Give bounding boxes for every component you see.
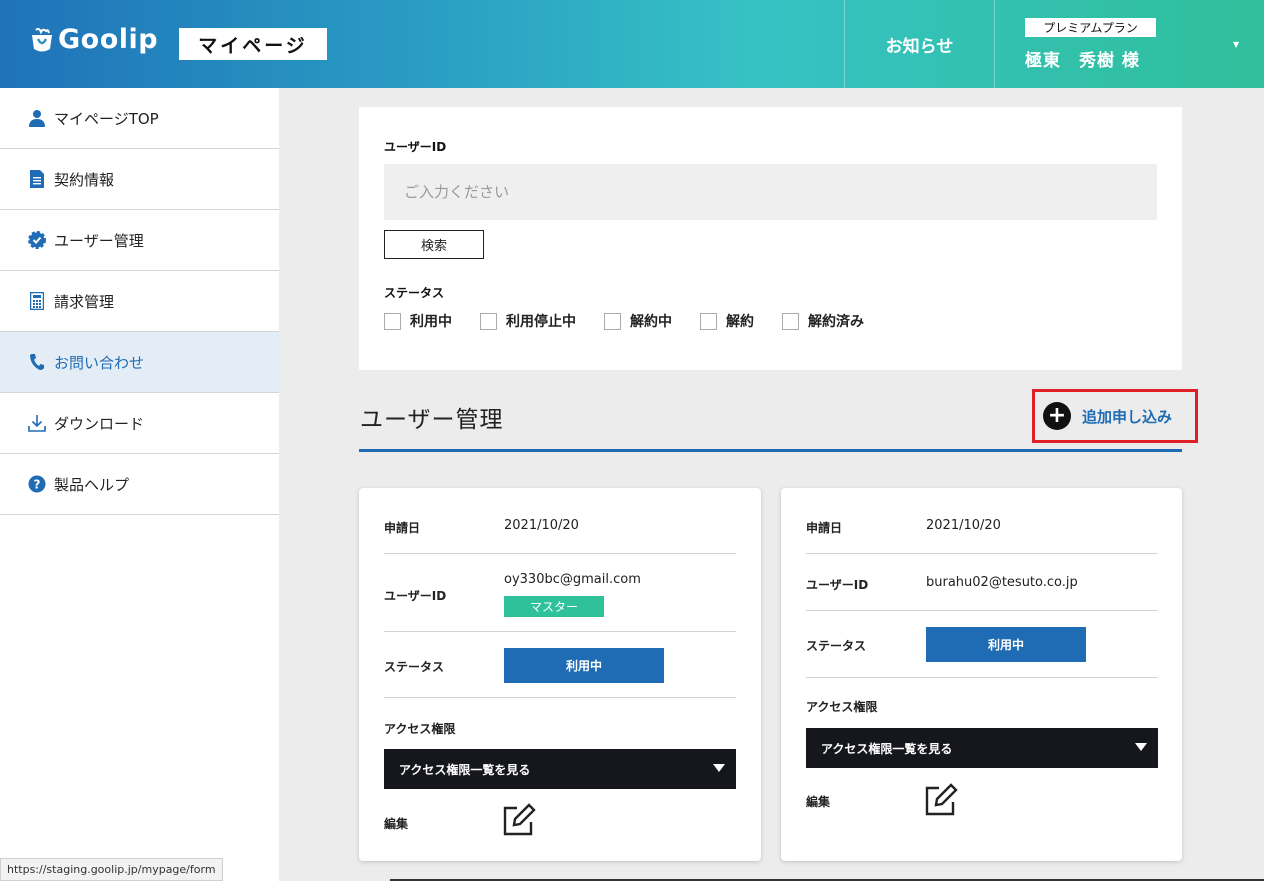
sidebar-item-user-management[interactable]: ユーザー管理 <box>0 210 279 271</box>
checkbox-label: 利用中 <box>410 314 452 330</box>
search-panel: ユーザーID 検索 ステータス 利用中 利用停止中 解約中 解約 解約済み <box>359 107 1182 370</box>
edit-label: 編集 <box>384 817 409 831</box>
sidebar: マイページTOP 契約情報 ユーザー管理 請求管理 お問い合わせ ダウンロード … <box>0 88 279 881</box>
sidebar-item-download[interactable]: ダウンロード <box>0 393 279 454</box>
checkbox[interactable] <box>604 312 621 330</box>
checkbox-label: 利用停止中 <box>506 314 576 330</box>
userid-search-input[interactable] <box>384 164 1157 220</box>
sidebar-item-label: 契約情報 <box>54 170 115 189</box>
phone-icon <box>28 353 46 371</box>
userid-label: ユーザーID <box>806 578 869 592</box>
caret-down-icon <box>1135 743 1147 751</box>
master-badge: マスター <box>504 596 604 617</box>
help-icon: ? <box>28 475 46 493</box>
header-divider <box>994 0 995 88</box>
date-label: 申請日 <box>806 521 843 535</box>
calculator-icon <box>28 292 46 310</box>
access-rights-label: アクセス権限一覧を見る <box>399 762 531 777</box>
status-bar-url: https://staging.goolip.jp/mypage/form <box>0 858 223 881</box>
access-rights-dropdown[interactable]: アクセス権限一覧を見る <box>384 749 736 789</box>
sidebar-item-label: マイページTOP <box>54 109 159 128</box>
checkbox[interactable] <box>384 312 401 330</box>
card-row-userid: ユーザーID burahu02@tesuto.co.jp <box>806 554 1158 611</box>
card-row-status: ステータス 利用中 <box>806 611 1158 678</box>
access-rights-label: アクセス権限一覧を見る <box>821 741 953 756</box>
status-label: ステータス <box>806 639 867 653</box>
card-row-date: 申請日 2021/10/20 <box>384 488 736 554</box>
userid-label: ユーザーID <box>384 589 447 603</box>
status-checkbox-cancelled[interactable]: 解約 <box>700 311 754 331</box>
goolip-logo[interactable]: Goolip <box>30 24 158 55</box>
status-badge: 利用中 <box>926 627 1086 662</box>
user-card: 申請日 2021/10/20 ユーザーID oy330bc@gmail.com … <box>359 488 761 861</box>
sidebar-item-label: 製品ヘルプ <box>54 475 130 494</box>
status-checkbox-cancel-done[interactable]: 解約済み <box>782 311 864 331</box>
sidebar-item-contract[interactable]: 契約情報 <box>0 149 279 210</box>
status-filter-label: ステータス <box>384 286 445 300</box>
sidebar-item-billing[interactable]: 請求管理 <box>0 271 279 332</box>
userid-label: ユーザーID <box>384 140 447 154</box>
search-button[interactable]: 検索 <box>384 230 484 259</box>
plus-circle-icon: + <box>1043 402 1071 430</box>
user-name[interactable]: 極東 秀樹 様 <box>1025 46 1140 71</box>
status-checkbox-suspended[interactable]: 利用停止中 <box>480 311 576 331</box>
date-value: 2021/10/20 <box>926 518 1001 533</box>
user-icon <box>28 109 46 127</box>
card-row-userid: ユーザーID oy330bc@gmail.com マスター <box>384 554 736 632</box>
section-divider <box>359 449 1182 452</box>
sidebar-item-label: ダウンロード <box>54 414 145 433</box>
caret-down-icon <box>713 764 725 772</box>
access-rights-dropdown[interactable]: アクセス権限一覧を見る <box>806 728 1158 768</box>
card-row-status: ステータス 利用中 <box>384 632 736 698</box>
checkbox[interactable] <box>700 312 717 330</box>
top-header: Goolip マイページ お知らせ プレミアムプラン 極東 秀樹 様 ▼ <box>0 0 1264 88</box>
account-caret-icon[interactable]: ▼ <box>1233 40 1239 49</box>
sidebar-item-mypage-top[interactable]: マイページTOP <box>0 88 279 149</box>
date-label: 申請日 <box>384 521 421 535</box>
logo-text: Goolip <box>58 24 159 55</box>
add-application-label: 追加申し込み <box>1082 407 1173 426</box>
add-application-button[interactable]: + 追加申し込み <box>1032 389 1198 443</box>
sidebar-item-contact[interactable]: お問い合わせ <box>0 332 279 393</box>
access-label: アクセス権限 <box>806 700 878 714</box>
status-label: ステータス <box>384 660 445 674</box>
document-icon <box>28 170 46 188</box>
edit-pencil-icon[interactable] <box>502 803 536 837</box>
status-checkbox-active[interactable]: 利用中 <box>384 311 452 331</box>
edit-label: 編集 <box>806 795 831 809</box>
status-badge: 利用中 <box>504 648 664 683</box>
checkbox-label: 解約中 <box>630 314 672 330</box>
mypage-badge: マイページ <box>179 28 327 60</box>
plan-badge: プレミアムプラン <box>1025 18 1156 37</box>
gear-check-icon <box>28 231 46 249</box>
checkbox-label: 解約済み <box>808 314 864 330</box>
checkbox[interactable] <box>480 312 497 330</box>
sidebar-item-label: 請求管理 <box>54 292 115 311</box>
status-checkbox-cancelling[interactable]: 解約中 <box>604 311 672 331</box>
date-value: 2021/10/20 <box>504 518 579 533</box>
svg-text:?: ? <box>34 478 41 492</box>
sidebar-item-label: ユーザー管理 <box>54 231 144 250</box>
sidebar-item-label: お問い合わせ <box>54 353 145 372</box>
status-checkboxes: 利用中 利用停止中 解約中 解約 解約済み <box>384 311 864 331</box>
checkbox[interactable] <box>782 312 799 330</box>
userid-value: oy330bc@gmail.com <box>504 572 641 587</box>
logo-cup-icon <box>32 27 52 51</box>
sidebar-item-help[interactable]: ? 製品ヘルプ <box>0 454 279 515</box>
edit-pencil-icon[interactable] <box>924 783 958 817</box>
user-card: 申請日 2021/10/20 ユーザーID burahu02@tesuto.co… <box>781 488 1182 861</box>
notice-link[interactable]: お知らせ <box>845 0 994 88</box>
download-icon <box>28 414 46 432</box>
page-title: ユーザー管理 <box>360 407 504 433</box>
userid-value: burahu02@tesuto.co.jp <box>926 575 1078 590</box>
access-label: アクセス権限 <box>384 722 456 736</box>
checkbox-label: 解約 <box>726 314 754 330</box>
card-row-date: 申請日 2021/10/20 <box>806 488 1158 554</box>
